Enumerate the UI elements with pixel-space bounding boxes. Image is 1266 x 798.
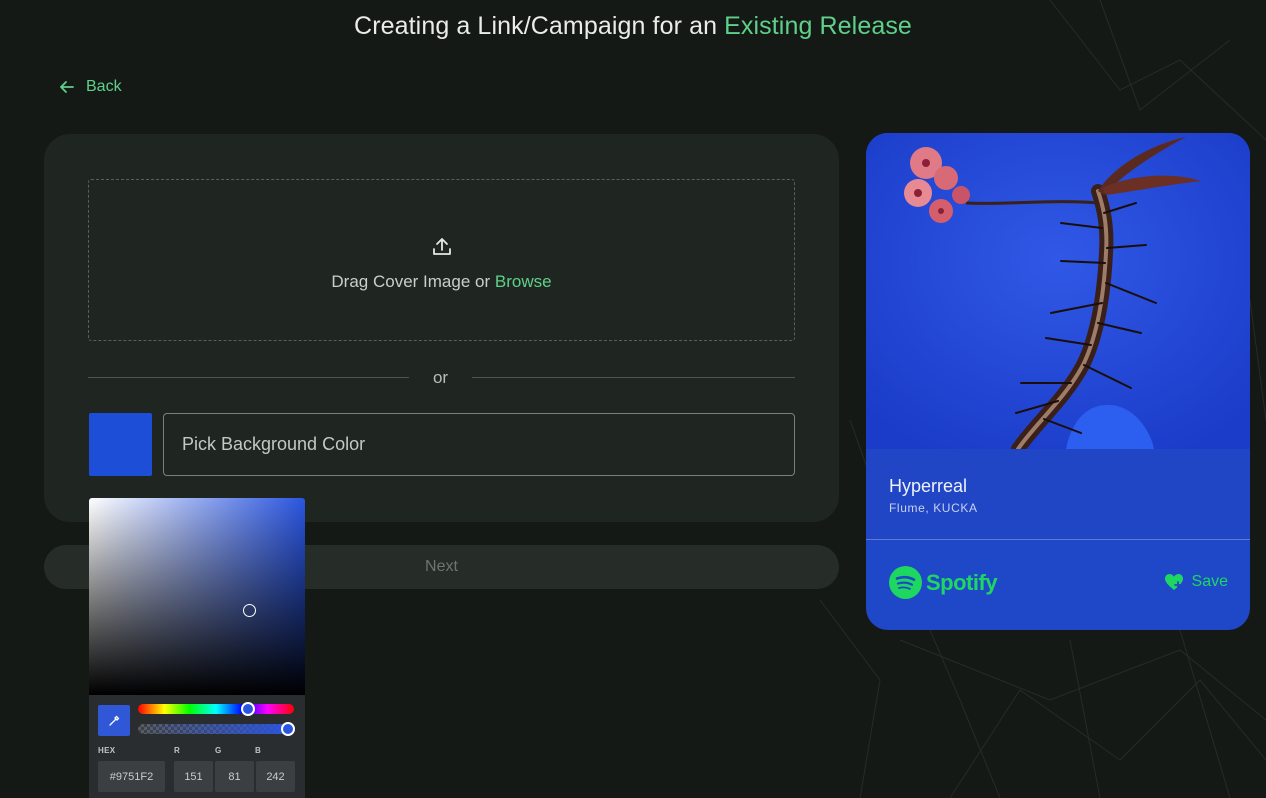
saturation-area[interactable]	[89, 498, 305, 695]
divider-line-left	[88, 377, 409, 378]
cover-settings-card: Drag Cover Image or Browse or	[44, 134, 839, 522]
divider-line-right	[472, 377, 795, 378]
dropzone-instruction: Drag Cover Image	[331, 272, 471, 291]
dropzone-text: Drag Cover Image or Browse	[331, 272, 551, 292]
background-color-input[interactable]	[163, 413, 795, 476]
hue-slider-thumb[interactable]	[241, 702, 255, 716]
divider-label: or	[432, 368, 449, 387]
cover-image-dropzone[interactable]: Drag Cover Image or Browse	[88, 179, 795, 341]
page-title: Creating a Link/Campaign for an Existing…	[0, 12, 1266, 41]
alpha-slider[interactable]	[138, 724, 294, 734]
browse-link[interactable]: Browse	[495, 272, 552, 291]
eyedropper-button[interactable]	[98, 705, 130, 736]
spotify-icon	[889, 566, 922, 599]
saturation-cursor[interactable]	[243, 604, 256, 617]
heart-plus-icon	[1164, 574, 1183, 590]
r-label: R	[174, 746, 181, 755]
cover-art	[866, 133, 1250, 449]
hex-input[interactable]	[98, 761, 165, 792]
g-label: G	[215, 746, 222, 755]
r-input[interactable]	[174, 761, 213, 792]
page-title-prefix: Creating a Link/Campaign for an	[354, 12, 718, 40]
alpha-slider-thumb[interactable]	[281, 722, 295, 736]
release-preview-card: Hyperreal Flume, KUCKA Spotify Save	[866, 133, 1250, 630]
hex-label: HEX	[98, 746, 116, 755]
background-color-swatch[interactable]	[89, 413, 152, 476]
save-button[interactable]: Save	[1164, 573, 1228, 591]
g-input[interactable]	[215, 761, 254, 792]
b-input[interactable]	[256, 761, 295, 792]
eyedropper-icon	[108, 715, 119, 726]
b-label: B	[255, 746, 262, 755]
cover-art-image	[866, 133, 1250, 449]
release-title: Hyperreal	[889, 476, 968, 496]
upload-icon	[432, 238, 451, 255]
spotify-logo[interactable]: Spotify	[889, 566, 998, 599]
spotify-wordmark: Spotify	[926, 569, 998, 595]
hue-slider[interactable]	[138, 704, 294, 714]
back-link[interactable]: Back	[58, 78, 122, 96]
color-picker-popover: HEX R G B	[89, 498, 305, 798]
platform-row: Spotify Save	[866, 540, 1250, 630]
dropzone-or: or	[475, 272, 491, 291]
arrow-left-icon	[60, 81, 74, 93]
release-artist: Flume, KUCKA	[889, 501, 978, 515]
back-label: Back	[86, 78, 122, 95]
release-info: Hyperreal Flume, KUCKA	[866, 449, 1250, 540]
page-title-accent: Existing Release	[724, 12, 912, 40]
save-label: Save	[1191, 573, 1228, 590]
or-divider: or	[88, 366, 795, 390]
